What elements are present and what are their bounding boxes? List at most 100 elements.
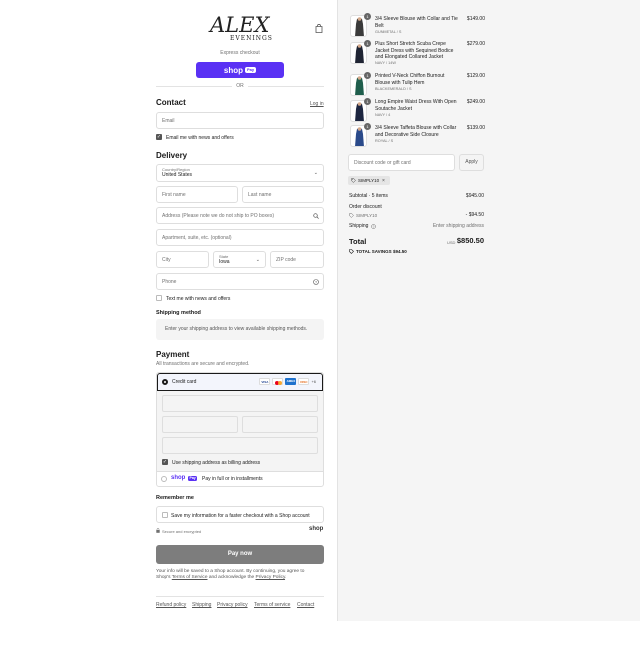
privacy-link[interactable]: Privacy Policy bbox=[256, 575, 286, 580]
footer-terms[interactable]: Terms of service bbox=[254, 602, 290, 608]
tag-icon bbox=[349, 212, 354, 218]
payment-title: Payment bbox=[156, 350, 190, 359]
line-item: 1 Printed V-Neck Chiffon Burnout Blouse … bbox=[349, 72, 485, 98]
remove-discount-icon[interactable]: × bbox=[382, 178, 385, 184]
item-name-line: 3/4 Sleeve Blouse with Collar and Tie bbox=[375, 16, 458, 22]
shop-pay-button[interactable]: shop Pay bbox=[196, 62, 284, 78]
zip-input[interactable]: ZIP code bbox=[270, 251, 324, 268]
shop-pay-logo: shop bbox=[171, 475, 186, 481]
footer-privacy-policy[interactable]: Privacy policy bbox=[217, 602, 248, 608]
pay-now-button[interactable]: Pay now bbox=[156, 545, 324, 564]
city-placeholder: City bbox=[162, 256, 171, 263]
footer-divider bbox=[156, 596, 324, 597]
item-name-line: Soutache Jacket bbox=[375, 105, 412, 112]
delivery-title: Delivery bbox=[156, 151, 188, 160]
item-name-line: and Decorative Side Closure bbox=[375, 131, 439, 138]
item-name[interactable]: Plus Short Stretch Scuba Crepe Jacket Dr… bbox=[375, 41, 463, 61]
billing-address-checkbox[interactable]: ✓ bbox=[162, 459, 168, 465]
country-select[interactable]: Country/Region United States ⌄ bbox=[156, 164, 324, 182]
shipping-method-title: Shipping method bbox=[156, 310, 201, 316]
disclaimer-line-1: Your info will be saved to a Shop accoun… bbox=[156, 569, 305, 574]
item-variant: BLACKEMERALD / S bbox=[375, 86, 412, 91]
footer-refund-policy[interactable]: Refund policy bbox=[156, 602, 186, 608]
disclaimer-text-a: Shop's bbox=[156, 575, 171, 580]
apartment-input[interactable]: Apartment, suite, etc. (optional) bbox=[156, 229, 324, 246]
shipping-label: Shipping bbox=[349, 223, 369, 229]
remember-title: Remember me bbox=[156, 495, 194, 501]
item-variant: ROYAL / S bbox=[375, 138, 394, 143]
shop-pay-pill-small: Pay bbox=[188, 476, 198, 481]
text-news-checkbox[interactable] bbox=[156, 295, 162, 301]
line-items: 1 3/4 Sleeve Blouse with Collar and Tie … bbox=[349, 13, 485, 148]
item-variant: NAVY / 14W bbox=[375, 61, 396, 65]
item-name[interactable]: Long Empire Waist Dress With Open Soutac… bbox=[375, 99, 463, 112]
phone-placeholder: Phone bbox=[162, 278, 177, 285]
item-name-line: Blouse with Tulip Hem bbox=[375, 79, 425, 86]
city-input[interactable]: City bbox=[156, 251, 209, 268]
shop-pay-word: shop bbox=[223, 65, 243, 75]
discount-placeholder: Discount code or gift card bbox=[354, 159, 411, 166]
credit-card-label: Credit card bbox=[172, 379, 197, 385]
last-name-placeholder: Last name bbox=[248, 191, 272, 198]
disclaimer-text-c: . bbox=[285, 575, 287, 580]
item-name[interactable]: 3/4 Sleeve Blouse with Collar and Tie Be… bbox=[375, 16, 463, 29]
credit-card-radio[interactable] bbox=[162, 379, 168, 385]
discover-icon: DISC bbox=[298, 378, 310, 385]
item-price: $249.00 bbox=[466, 99, 485, 105]
item-variant: GUNMETAL / S bbox=[375, 29, 402, 34]
email-input[interactable]: Email bbox=[156, 112, 324, 129]
item-name[interactable]: Printed V-Neck Chiffon Burnout Blouse wi… bbox=[375, 73, 463, 86]
apartment-placeholder: Apartment, suite, etc. (optional) bbox=[162, 234, 232, 241]
first-name-placeholder: First name bbox=[162, 191, 186, 198]
discount-code-label: SIMPLY10 bbox=[356, 212, 378, 218]
address-placeholder: Address (Please note we do not ship to P… bbox=[162, 212, 275, 219]
billing-address-label: Use shipping address as billing address bbox=[172, 459, 261, 466]
quantity-badge: 1 bbox=[364, 13, 371, 20]
shipping-method-message-box: Enter your shipping address to view avai… bbox=[156, 319, 324, 340]
name-on-card-input[interactable] bbox=[162, 437, 318, 454]
savings-label-text: TOTAL SAVINGS bbox=[356, 249, 392, 254]
credit-card-option[interactable]: Credit card VISA AMEX DISC +6 bbox=[157, 373, 323, 391]
total-label: Total bbox=[349, 237, 367, 246]
address-input[interactable]: Address (Please note we do not ship to P… bbox=[156, 207, 324, 224]
shop-pay-option[interactable]: shop Pay Pay in full or in installments bbox=[157, 471, 323, 486]
remember-me-box[interactable]: Save my information for a faster checkou… bbox=[156, 506, 324, 523]
email-news-label: Email me with news and offers bbox=[166, 134, 234, 141]
footer-contact[interactable]: Contact bbox=[297, 602, 314, 608]
logo-sub: EVENINGS bbox=[230, 35, 273, 42]
footer-shipping[interactable]: Shipping bbox=[192, 602, 211, 608]
shop-brand-logo: shop bbox=[309, 526, 324, 532]
remember-me-checkbox[interactable] bbox=[162, 512, 168, 518]
expiration-input[interactable] bbox=[162, 416, 238, 433]
quantity-badge: 1 bbox=[364, 40, 371, 47]
item-name-line: and Elongated Collared Jacket bbox=[375, 54, 444, 60]
discount-code-input[interactable]: Discount code or gift card bbox=[348, 154, 455, 171]
item-name[interactable]: 3/4 Sleeve Taffeta Blouse with Collar an… bbox=[375, 125, 463, 138]
phone-input[interactable]: Phone ? bbox=[156, 273, 324, 290]
terms-link[interactable]: Terms of Service bbox=[172, 575, 208, 580]
help-icon[interactable]: ? bbox=[313, 279, 319, 285]
item-name-line: 3/4 Sleeve Taffeta Blouse with Collar bbox=[375, 125, 457, 131]
store-logo[interactable]: ALEX EVENINGS bbox=[206, 13, 274, 43]
info-icon[interactable]: ? bbox=[371, 223, 376, 229]
shop-pay-pill: Pay bbox=[244, 67, 257, 73]
last-name-input[interactable]: Last name bbox=[242, 186, 324, 203]
chevron-down-icon: ⌄ bbox=[313, 170, 318, 176]
security-code-input[interactable] bbox=[242, 416, 318, 433]
card-number-input[interactable] bbox=[162, 395, 318, 412]
email-news-checkbox[interactable]: ✓ bbox=[156, 134, 162, 140]
shipping-method-message: Enter your shipping address to view avai… bbox=[165, 326, 308, 332]
shopping-bag-icon[interactable] bbox=[315, 24, 323, 33]
quantity-badge: 1 bbox=[364, 98, 371, 105]
shop-pay-radio[interactable] bbox=[161, 476, 167, 482]
item-variant: NAVY / 4 bbox=[375, 112, 391, 117]
state-select[interactable]: State Iowa ⌄ bbox=[213, 251, 266, 268]
line-item: 1 Plus Short Stretch Scuba Crepe Jacket … bbox=[349, 40, 485, 72]
line-item: 1 3/4 Sleeve Blouse with Collar and Tie … bbox=[349, 13, 485, 39]
first-name-input[interactable]: First name bbox=[156, 186, 238, 203]
page-bottom bbox=[0, 621, 640, 648]
lock-icon bbox=[156, 528, 160, 533]
login-link[interactable]: Log in bbox=[310, 101, 324, 107]
apply-discount-button[interactable]: Apply bbox=[459, 154, 484, 171]
mastercard-icon bbox=[272, 378, 284, 385]
